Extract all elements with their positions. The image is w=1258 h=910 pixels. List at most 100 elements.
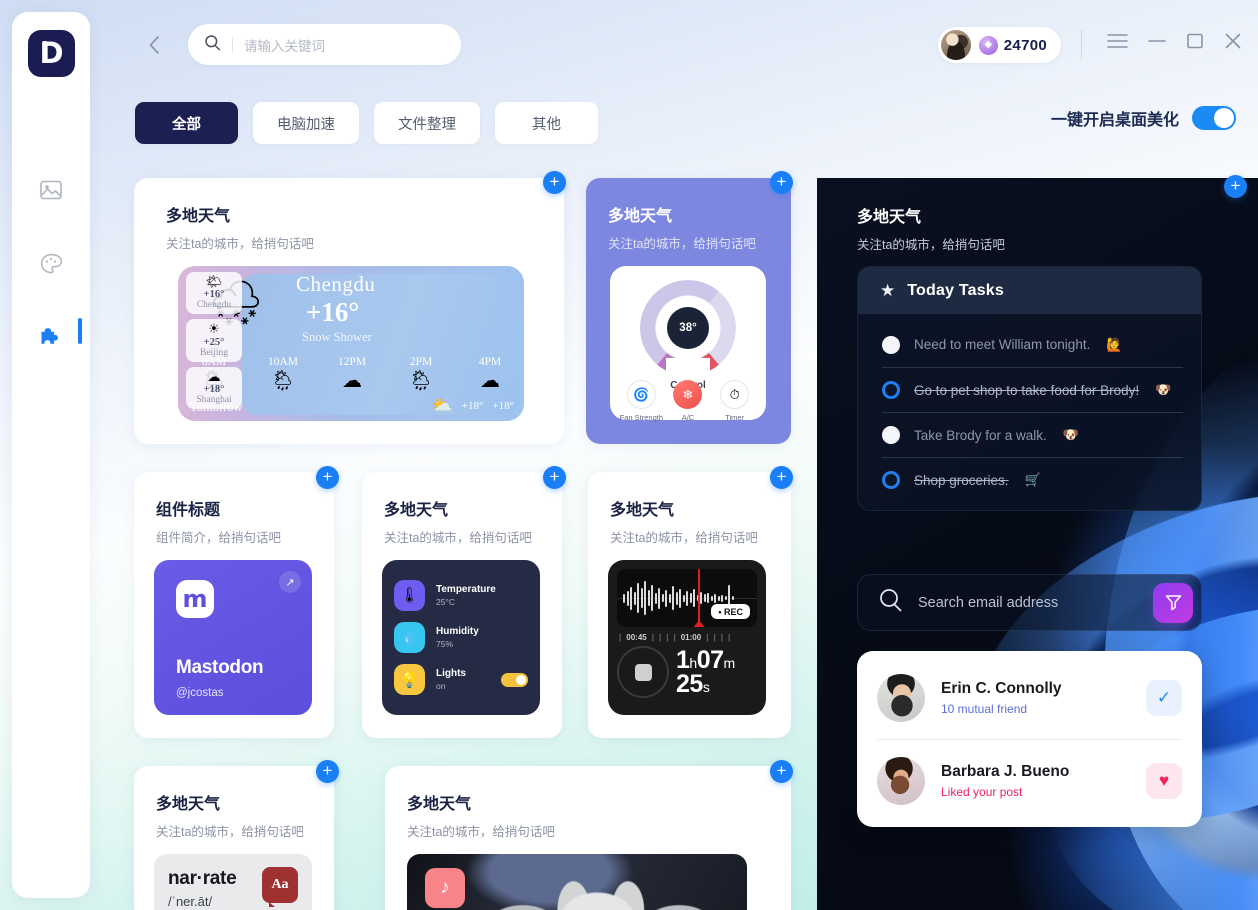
weather-city-list: 🌤 +16° Chengdu ☀ +25° Beijing ☁ +18° Sha… bbox=[186, 272, 242, 409]
tab-other[interactable]: 其他 bbox=[495, 102, 598, 144]
task-item[interactable]: Need to meet William tonight. 🙋 bbox=[882, 328, 1183, 361]
contact-row[interactable]: Erin C. Connolly 10 mutual friend ✓ bbox=[877, 657, 1182, 739]
sidebar: D bbox=[12, 12, 90, 898]
music-widget[interactable]: ♪ ▾ bbox=[407, 854, 747, 910]
smarthome-row-temperature[interactable]: 🌡 Temperature 25°C bbox=[394, 579, 528, 611]
user-points-chip[interactable]: ◆ 24700 bbox=[937, 27, 1061, 63]
card-subtitle: 组件简介，给捎句话吧 bbox=[156, 531, 282, 545]
sidebar-item-widgets[interactable] bbox=[34, 323, 68, 353]
accept-check-icon[interactable]: ✓ bbox=[1146, 680, 1182, 716]
task-text: Go to pet shop to take food for Brody! bbox=[914, 382, 1140, 398]
card-title: 多地天气 bbox=[384, 502, 449, 519]
app-logo[interactable]: D bbox=[27, 30, 75, 77]
stop-button[interactable] bbox=[617, 646, 669, 698]
weather-city-item[interactable]: ☁ +18° Shanghai bbox=[186, 366, 242, 409]
contact-row[interactable]: Barbara J. Bueno Liked your post ♥ bbox=[877, 739, 1182, 821]
puzzle-icon bbox=[39, 327, 63, 350]
minimize-button[interactable] bbox=[1148, 33, 1166, 54]
task-checkbox[interactable] bbox=[882, 381, 900, 399]
add-widget-button[interactable]: + bbox=[543, 171, 566, 194]
task-item[interactable]: Shop groceries. 🛒 bbox=[882, 457, 1183, 496]
weather-condition-text: Snow Shower bbox=[302, 330, 372, 344]
mastodon-widget[interactable]: ↗ m Mastodon @jcostas bbox=[154, 560, 312, 715]
thermostat-control-timer[interactable]: ⏱ Timer bbox=[713, 380, 757, 422]
external-link-icon[interactable]: ↗ bbox=[279, 571, 301, 593]
tab-all[interactable]: 全部 bbox=[135, 102, 238, 144]
weather-tomorrow-high: +18° bbox=[461, 400, 484, 412]
playhead[interactable] bbox=[698, 569, 700, 627]
search-divider bbox=[232, 37, 233, 52]
weather-hour-time: 4PM bbox=[478, 356, 502, 368]
sidebar-item-gallery[interactable] bbox=[34, 175, 68, 205]
widget-card-mastodon[interactable]: 组件标题 组件简介，给捎句话吧 ↗ m Mastodon @jcostas bbox=[134, 472, 334, 738]
weather-tomorrow-low: +18° bbox=[492, 400, 514, 412]
add-widget-button[interactable]: + bbox=[1224, 175, 1247, 198]
add-widget-button[interactable]: + bbox=[543, 466, 566, 489]
task-item[interactable]: Take Brody for a walk. 🐶 bbox=[882, 412, 1183, 451]
thermostat-control-fan[interactable]: 🌀 Fan Strength bbox=[619, 380, 663, 422]
search-input[interactable]: 请输入关键词 bbox=[244, 35, 325, 55]
points-value: 24700 bbox=[1003, 36, 1047, 54]
add-widget-button[interactable]: + bbox=[770, 466, 793, 489]
task-emoji: 🙋 bbox=[1106, 336, 1123, 352]
today-tasks-panel: ★ Today Tasks Need to meet William tonig… bbox=[857, 266, 1202, 511]
add-widget-button[interactable]: + bbox=[770, 171, 793, 194]
search-icon bbox=[878, 587, 904, 618]
task-checkbox[interactable] bbox=[882, 471, 900, 489]
sensor-value: 75% bbox=[436, 638, 454, 649]
thermometer-icon: 🌡 bbox=[394, 579, 425, 611]
task-item[interactable]: Go to pet shop to take food for Brody! 🐶 bbox=[882, 367, 1183, 406]
smarthome-row-humidity[interactable]: 💧 Humidity 75% bbox=[394, 621, 528, 653]
music-note-icon: ♪ bbox=[425, 868, 465, 908]
widget-card-dictionary[interactable]: 多地天气 关注ta的城市，给捎句话吧 nar·rate /ˈner.āt/ Aa bbox=[134, 766, 334, 910]
thermostat-control-ac[interactable]: ❄ A/C bbox=[666, 380, 710, 422]
thermostat-dial[interactable]: 38° bbox=[640, 280, 736, 378]
weather-tomorrow-values: ⛅ +18° +18° bbox=[432, 396, 514, 416]
task-checkbox[interactable] bbox=[882, 426, 900, 444]
timeline-ticks: | 00:45 | | | | 01:00 | | | | bbox=[619, 633, 731, 642]
widget-card-recorder[interactable]: 多地天气 关注ta的城市，给捎句话吧 • REC | 00:45 | | | |… bbox=[588, 472, 791, 738]
task-text: Shop groceries. bbox=[914, 472, 1009, 488]
add-widget-button[interactable]: + bbox=[316, 466, 339, 489]
widget-card-weather[interactable]: 多地天气 关注ta的城市，给捎句话吧 🌤 +16° Chengdu ☀ +25°… bbox=[134, 178, 564, 444]
search-icon bbox=[204, 34, 221, 56]
back-button[interactable] bbox=[142, 32, 168, 58]
maximize-button[interactable] bbox=[1186, 33, 1204, 54]
weather-city-item[interactable]: 🌤 +16° Chengdu bbox=[186, 272, 242, 315]
preview-subtitle: 关注ta的城市，给捎句话吧 bbox=[857, 238, 1005, 252]
card-header: 多地天气 关注ta的城市，给捎句话吧 bbox=[588, 472, 791, 546]
dictionary-widget[interactable]: nar·rate /ˈner.āt/ Aa bbox=[154, 854, 312, 910]
weather-city-name: Beijing bbox=[200, 347, 228, 358]
widget-card-music[interactable]: 多地天气 关注ta的城市，给捎句话吧 ♪ ▾ bbox=[385, 766, 791, 910]
sensor-value: 25°C bbox=[436, 596, 455, 607]
search-bar[interactable]: 请输入关键词 bbox=[188, 24, 461, 65]
close-button[interactable] bbox=[1224, 33, 1242, 54]
tab-speedup[interactable]: 电脑加速 bbox=[253, 102, 359, 144]
desktop-beautify-toggle-group[interactable]: 一键开启桌面美化 bbox=[1051, 106, 1236, 130]
weather-city-icon: ☁ bbox=[207, 368, 221, 384]
add-widget-button[interactable]: + bbox=[316, 760, 339, 783]
add-widget-button[interactable]: + bbox=[770, 760, 793, 783]
waveform: • REC bbox=[617, 569, 757, 627]
widget-card-smarthome[interactable]: 多地天气 关注ta的城市，给捎句话吧 🌡 Temperature 25°C 💧 … bbox=[362, 472, 562, 738]
widget-card-thermostat[interactable]: 多地天气 关注ta的城市，给捎句话吧 38° Control 🌀 Fan Str… bbox=[586, 178, 791, 444]
elapsed-seconds: 25 bbox=[676, 670, 703, 698]
task-checkbox[interactable] bbox=[882, 335, 900, 354]
menu-button[interactable] bbox=[1107, 33, 1128, 54]
task-text: Take Brody for a walk. bbox=[914, 427, 1047, 443]
like-heart-icon[interactable]: ♥ bbox=[1146, 762, 1182, 799]
tab-files[interactable]: 文件整理 bbox=[374, 102, 480, 144]
email-search-input[interactable]: Search email address bbox=[918, 595, 1058, 611]
lights-toggle[interactable] bbox=[501, 672, 528, 687]
fan-icon: 🌀 bbox=[626, 380, 656, 409]
droplet-icon: 💧 bbox=[394, 621, 425, 653]
weather-city-item[interactable]: ☀ +25° Beijing bbox=[186, 319, 242, 362]
beautify-toggle[interactable] bbox=[1192, 106, 1236, 130]
card-header: 多地天气 关注ta的城市，给捎句话吧 bbox=[362, 472, 562, 546]
contact-name: Barbara J. Bueno bbox=[941, 762, 1070, 780]
smarthome-row-lights[interactable]: 💡 Lights on bbox=[394, 664, 528, 696]
mastodon-icon: m bbox=[176, 580, 214, 618]
sidebar-item-theme[interactable] bbox=[34, 249, 68, 279]
filter-button[interactable] bbox=[1153, 582, 1193, 623]
email-search-bar[interactable]: Search email address bbox=[857, 574, 1202, 631]
